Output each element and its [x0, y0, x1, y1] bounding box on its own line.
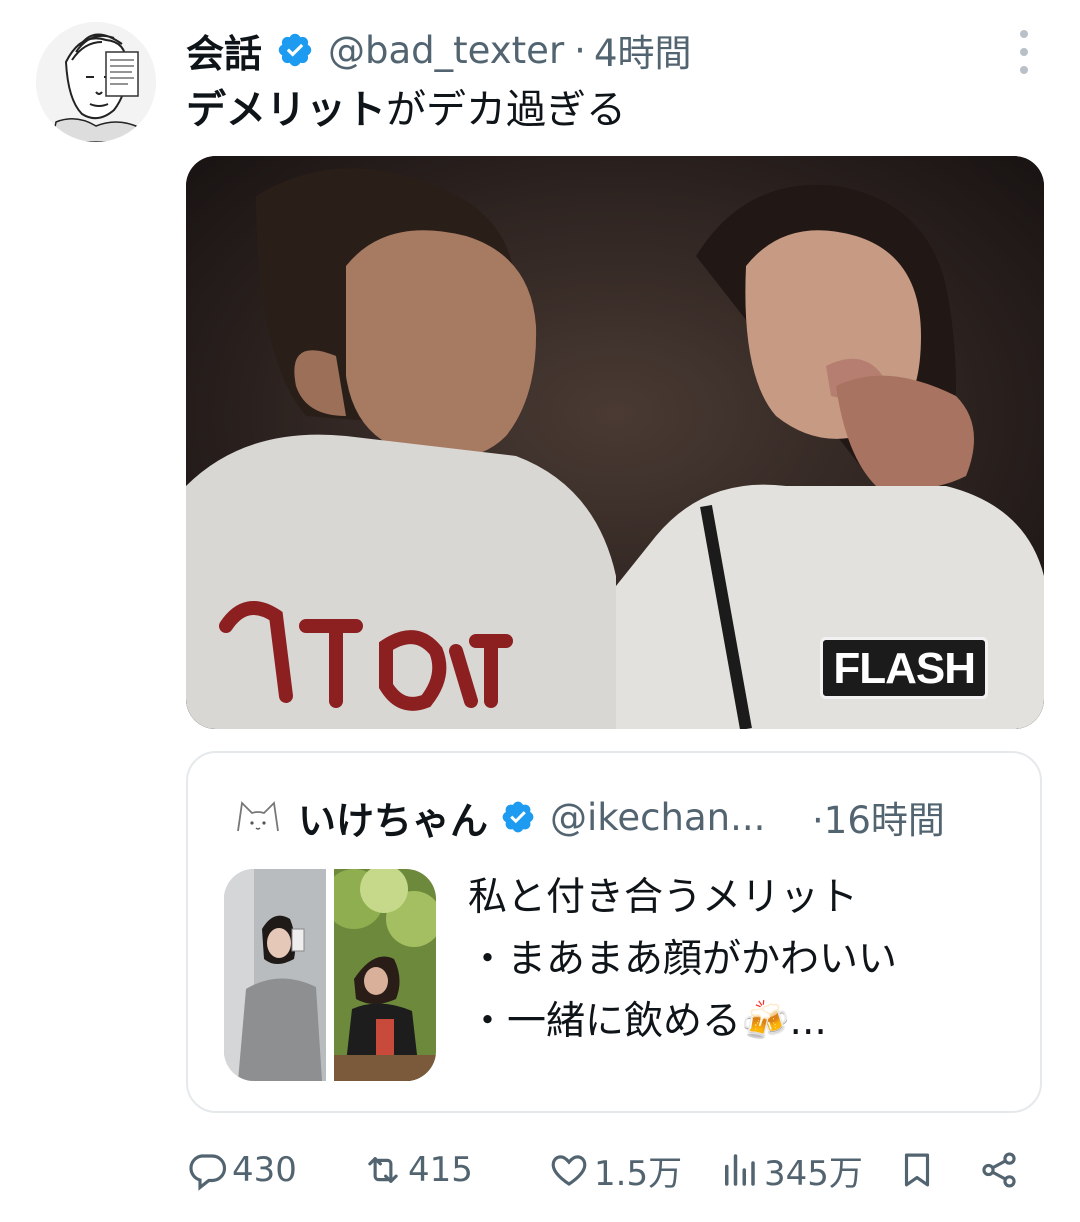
bookmark-icon	[896, 1149, 938, 1191]
reply-button[interactable]: 430	[186, 1138, 297, 1202]
quoted-timestamp[interactable]: ·16時間	[812, 790, 945, 844]
reply-count: 430	[232, 1150, 297, 1190]
share-icon	[978, 1149, 1020, 1191]
tweet-actions: 430 415 1.5万 345万	[186, 1138, 1036, 1202]
like-count: 1.5万	[594, 1153, 683, 1194]
views-count: 345万	[764, 1153, 863, 1194]
views-button[interactable]: 345万	[718, 1138, 863, 1202]
verified-badge-icon	[276, 31, 314, 69]
quoted-text-line: ・まあまあ顔がかわいい	[468, 937, 898, 982]
author-avatar[interactable]	[36, 22, 156, 142]
author-display-name[interactable]: 会話	[186, 23, 262, 78]
flash-logo: FLASH	[820, 637, 988, 699]
tweet-timestamp[interactable]: 4時間	[594, 23, 692, 77]
tweet-text: デメリットがデカ過ぎる	[186, 82, 626, 138]
retweet-button[interactable]: 415	[362, 1138, 473, 1202]
tweet-text-rest: がデカ過ぎる	[386, 87, 626, 133]
verified-badge-icon	[500, 799, 536, 835]
quoted-display-name[interactable]: いけちゃん	[298, 790, 488, 845]
bookmark-button[interactable]	[896, 1138, 938, 1202]
more-dot	[1020, 66, 1028, 74]
quoted-photo-drink	[334, 869, 436, 1081]
reply-icon	[186, 1149, 228, 1191]
quoted-handle[interactable]: @ikechan...	[550, 796, 792, 839]
like-button[interactable]: 1.5万	[548, 1138, 682, 1202]
more-dot	[1020, 30, 1028, 38]
quoted-tweet[interactable]: いけちゃん @ikechan... ·16時間 私と付き合うメリット ・まあまあ…	[186, 751, 1042, 1113]
tweet-text-bold: デメリット	[186, 87, 386, 133]
tweet-header: 会話 @bad_texter · 4時間	[186, 24, 691, 76]
quoted-media[interactable]	[224, 869, 436, 1081]
views-icon	[718, 1149, 760, 1191]
more-icon[interactable]	[1014, 30, 1034, 74]
quoted-header: いけちゃん @ikechan... ·16時間	[232, 791, 945, 843]
share-button[interactable]	[978, 1138, 1020, 1202]
quoted-avatar[interactable]	[232, 791, 284, 843]
more-dot	[1020, 48, 1028, 56]
avatar-sketch	[36, 22, 156, 142]
retweet-count: 415	[408, 1150, 473, 1190]
quoted-photo-mirror-selfie	[224, 869, 326, 1081]
quoted-text-line: ・一緒に飲める🍻...	[468, 999, 827, 1044]
heart-icon	[548, 1149, 590, 1191]
quoted-text: 私と付き合うメリット ・まあまあ顔がかわいい ・一緒に飲める🍻...	[468, 867, 897, 1053]
author-handle[interactable]: @bad_texter	[328, 29, 564, 72]
separator-dot: ·	[574, 28, 586, 72]
quoted-text-line: 私と付き合うメリット	[468, 875, 859, 920]
retweet-icon	[362, 1149, 404, 1191]
tweet-photo[interactable]: FLASH	[186, 156, 1044, 729]
